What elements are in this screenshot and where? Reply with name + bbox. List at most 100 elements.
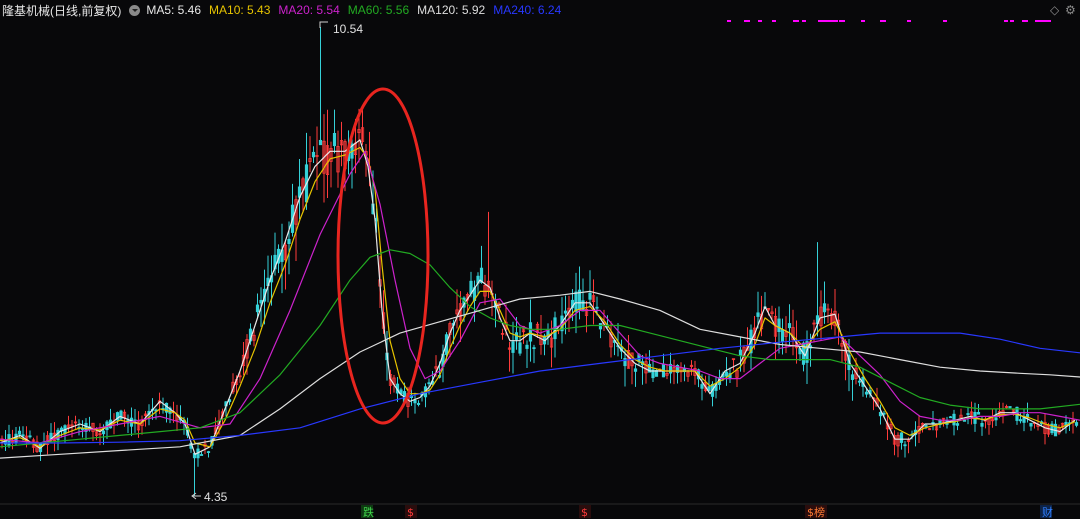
event-badge: $ [405,505,417,519]
candle-body [948,416,953,419]
ma-values: MA5: 5.46 MA10: 5.43 MA20: 5.54 MA60: 5.56 M… [146,3,569,17]
candle-body [822,303,827,313]
candle-body [1029,422,1033,427]
candle-body [101,430,106,435]
low-annotation: 4.35 [191,490,228,504]
signal-marker [861,20,865,22]
event-badge: 跌 [361,505,374,519]
candle-body [980,423,984,427]
signal-marker [772,20,776,22]
candle-body [427,382,431,385]
candle-body [924,425,928,427]
event-badge: $ [579,505,591,519]
collapse-toggle-icon[interactable] [129,4,141,16]
event-badge-label: 跌 [363,505,374,519]
signal-marker [1004,20,1008,22]
candle-body [994,417,998,421]
diamond-outline-icon[interactable]: ◇ [1050,3,1059,17]
candle-body [311,151,316,158]
candle-body [595,306,599,309]
candle-body [525,344,529,349]
event-badge-label: $榜 [807,505,825,519]
signal-marker [1010,20,1014,22]
candle-body [724,371,729,377]
candle-body [259,299,263,304]
gear-icon[interactable]: ⚙ [1065,3,1076,17]
candle-body [857,380,862,383]
candle-body [976,411,981,415]
signal-marker [943,20,947,22]
candle-body [318,139,323,146]
signal-marker [758,20,762,22]
indicator-header: 隆基机械(日线,前复权) MA5: 5.46 MA10: 5.43 MA20: 5.… [0,0,1080,20]
candle-body [332,132,337,147]
signal-marker [802,20,806,22]
event-badge: 财 [1040,505,1053,519]
candle-body [899,432,904,443]
ma-item-ma10: MA10: 5.43 [209,3,271,17]
candle-body [787,323,792,329]
signal-marker [1035,20,1051,22]
stock-title: 隆基机械(日线,前复权) [2,3,122,18]
candle-body [756,312,760,317]
candle-body [962,419,967,422]
candle-body [903,444,907,447]
signal-marker [839,20,845,22]
candlestick-chart: 10.54 4.35 跌 $ $ $榜 财 [0,20,1080,519]
ma-item-ma20: MA20: 5.54 [278,3,340,17]
candle-body [598,323,603,330]
candle-body [777,318,781,333]
candle-body [21,434,25,437]
high-label: 10.54 [333,22,363,36]
candle-body [199,454,204,456]
candle-body [119,410,123,420]
candle-body [738,349,743,356]
candle-body [633,368,638,372]
candle-body [952,413,956,426]
signal-marker [880,20,886,22]
event-badges: 跌 $ $ $榜 财 [361,505,1053,519]
candle-body [850,374,855,380]
moving-average-lines [0,139,1080,459]
candle-body [528,322,533,342]
ma-item-ma240: MA240: 6.24 [493,3,562,17]
candle-body [287,238,291,244]
candle-body [511,341,515,353]
candle-body [206,451,211,453]
ma-item-ma60: MA60: 5.56 [347,3,410,17]
candle-body [1022,417,1026,423]
signal-markers [727,20,1051,22]
candles [0,27,1079,496]
signal-marker [727,20,731,22]
high-annotation: 10.54 [319,21,363,36]
candle-body [518,342,522,354]
candle-body [955,423,960,426]
candle-body [1025,414,1030,418]
candle-body [574,291,578,312]
candle-body [700,384,704,389]
candle-body [966,413,970,415]
signal-marker [793,20,799,22]
low-label: 4.35 [204,490,228,504]
signal-marker [1022,20,1028,22]
candle-body [1018,419,1023,422]
candle-body [1008,406,1012,408]
ma-item-ma5: MA5: 5.46 [146,3,202,17]
candle-body [623,357,627,367]
event-badge-label: $ [581,506,588,519]
signal-marker [744,20,750,22]
event-badge-label: 财 [1042,505,1053,519]
candle-body [588,292,592,300]
candle-body [532,347,536,350]
ma-item-ma120: MA120: 5.92 [417,3,486,17]
candle-body [28,435,32,438]
event-badge-label: $ [407,506,414,519]
candle-body [780,329,785,342]
candle-body [255,304,260,313]
candle-body [413,399,417,404]
candle-body [563,310,568,314]
candle-body [864,391,869,395]
candle-body [1074,422,1079,426]
signal-marker [907,20,911,22]
event-badge: $榜 [805,505,827,519]
